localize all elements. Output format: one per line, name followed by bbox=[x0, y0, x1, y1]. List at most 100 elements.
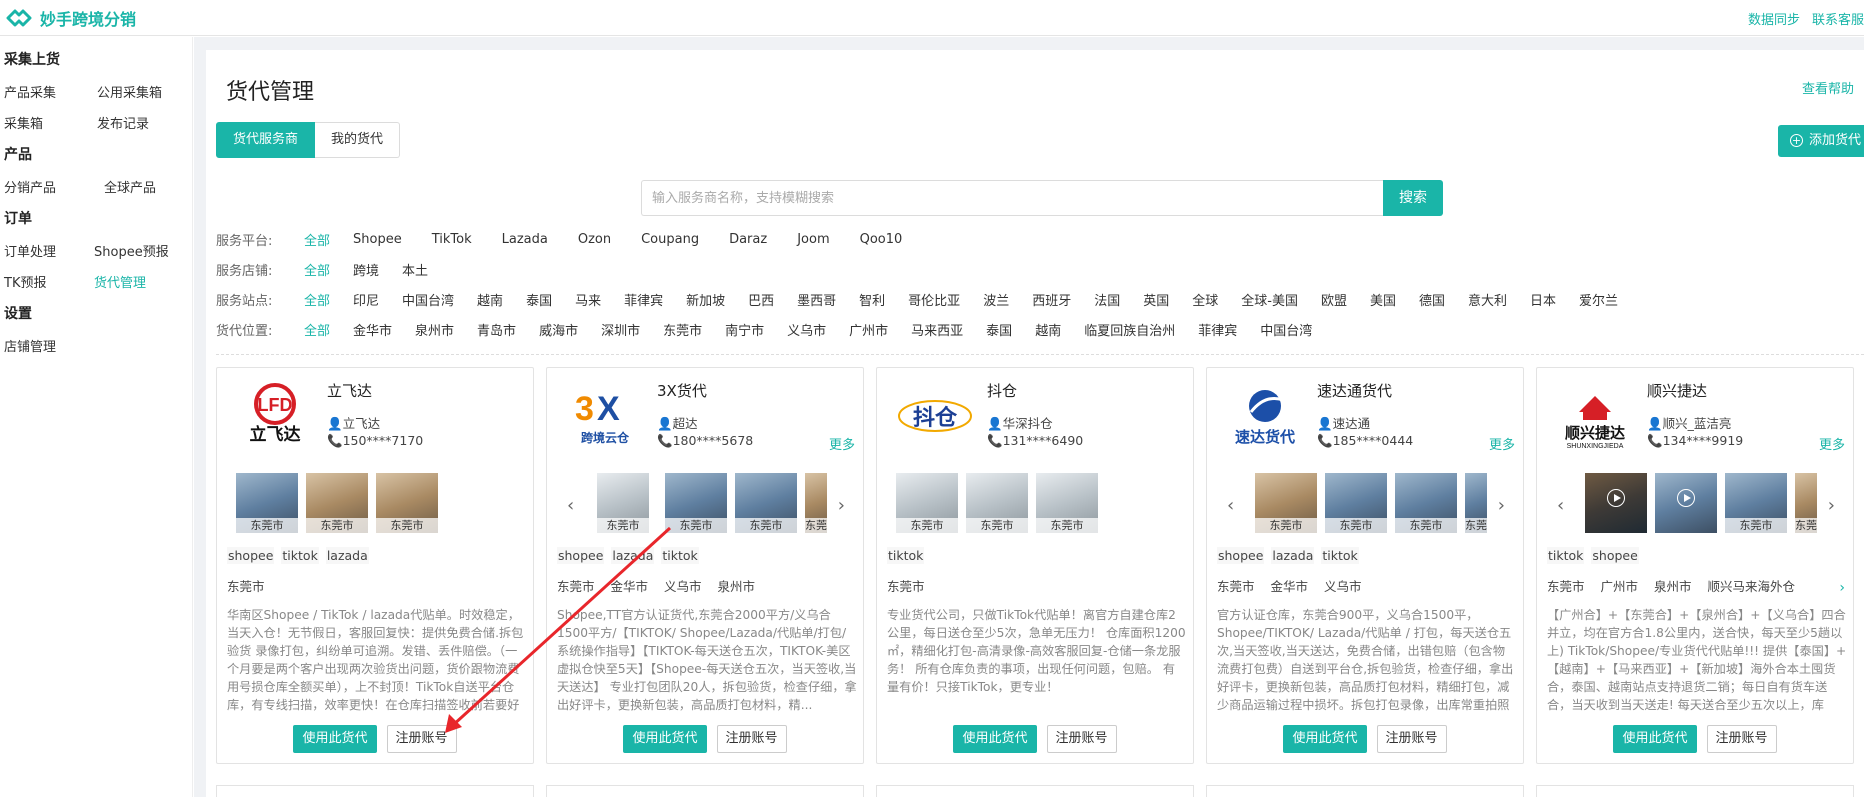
filter-option[interactable]: 日本 bbox=[1530, 290, 1556, 309]
filter-option[interactable]: 泰国 bbox=[526, 290, 552, 309]
filter-option[interactable]: 全部 bbox=[304, 230, 330, 249]
filter-option[interactable]: 墨西哥 bbox=[797, 290, 836, 309]
filter-option[interactable]: 马来 bbox=[575, 290, 601, 309]
filter-option[interactable]: 义乌市 bbox=[787, 320, 826, 339]
filter-option[interactable]: 越南 bbox=[477, 290, 503, 309]
use-forwarder-button[interactable]: 使用此货代 bbox=[1613, 725, 1697, 753]
warehouse-photo[interactable]: 东莞市 bbox=[896, 473, 958, 533]
sidebar-item-public-collect-box[interactable]: 公用采集箱 bbox=[97, 82, 162, 101]
sidebar-item-store-management[interactable]: 店铺管理 bbox=[4, 336, 56, 355]
use-forwarder-button[interactable]: 使用此货代 bbox=[293, 725, 377, 753]
filter-option[interactable]: 泰国 bbox=[986, 320, 1012, 339]
sidebar-item-global-products[interactable]: 全球产品 bbox=[104, 177, 156, 196]
filter-option[interactable]: 全部 bbox=[304, 320, 330, 339]
filter-option[interactable]: 泉州市 bbox=[415, 320, 454, 339]
filter-option[interactable]: 南宁市 bbox=[725, 320, 764, 339]
register-account-button[interactable]: 注册账号 bbox=[1706, 725, 1777, 753]
filter-option[interactable]: 法国 bbox=[1094, 290, 1120, 309]
warehouse-photo[interactable]: 东莞市 bbox=[1325, 473, 1387, 533]
filter-option[interactable]: 东莞市 bbox=[663, 320, 702, 339]
warehouse-photo[interactable]: 东莞市 bbox=[1255, 473, 1317, 533]
data-sync-link[interactable]: 数据同步 bbox=[1748, 9, 1800, 28]
filter-option[interactable]: 广州市 bbox=[849, 320, 888, 339]
contact-service-link[interactable]: 联系客服 bbox=[1812, 9, 1864, 28]
tab-my-forwarders[interactable]: 我的货代 bbox=[315, 122, 401, 158]
filter-option[interactable]: 全球-美国 bbox=[1241, 290, 1298, 309]
search-button[interactable]: 搜索 bbox=[1383, 180, 1443, 216]
chevron-right-icon[interactable]: › bbox=[1828, 495, 1835, 516]
sidebar-item-shopee-forecast[interactable]: Shopee预报 bbox=[94, 241, 169, 260]
warehouse-photo[interactable]: 东莞市 bbox=[1725, 473, 1787, 533]
filter-option[interactable]: 德国 bbox=[1419, 290, 1445, 309]
filter-option[interactable]: Coupang bbox=[641, 232, 699, 247]
chevron-right-icon[interactable]: › bbox=[1498, 495, 1505, 516]
filter-option[interactable]: 新加坡 bbox=[686, 290, 725, 309]
warehouse-photo[interactable]: 东莞市 bbox=[597, 473, 649, 533]
filter-option[interactable]: Lazada bbox=[502, 232, 548, 247]
register-account-button[interactable]: 注册账号 bbox=[1376, 725, 1447, 753]
filter-option[interactable]: 菲律宾 bbox=[624, 290, 663, 309]
video-thumbnail[interactable] bbox=[1655, 473, 1717, 533]
filter-option[interactable]: 中国台湾 bbox=[402, 290, 454, 309]
warehouse-photo[interactable]: 东莞市 bbox=[376, 473, 438, 533]
filter-option[interactable]: 全部 bbox=[304, 290, 330, 309]
chevron-right-icon[interactable]: › bbox=[838, 495, 845, 516]
warehouse-photo[interactable]: 东莞市 bbox=[805, 473, 827, 533]
warehouse-photo[interactable]: 东莞市 bbox=[735, 473, 797, 533]
filter-option[interactable]: 跨境 bbox=[353, 260, 379, 279]
use-forwarder-button[interactable]: 使用此货代 bbox=[1283, 725, 1367, 753]
filter-option[interactable]: 波兰 bbox=[983, 290, 1009, 309]
warehouse-photo[interactable]: 东莞市 bbox=[1465, 473, 1487, 533]
sidebar-item-order-processing[interactable]: 订单处理 bbox=[4, 241, 56, 260]
use-forwarder-button[interactable]: 使用此货代 bbox=[623, 725, 707, 753]
filter-option[interactable]: Qoo10 bbox=[860, 232, 903, 247]
chevron-right-icon[interactable]: › bbox=[1839, 580, 1845, 596]
filter-option[interactable]: 美国 bbox=[1370, 290, 1396, 309]
warehouse-photo[interactable]: 东莞市 bbox=[966, 473, 1028, 533]
sidebar-item-tk-forecast[interactable]: TK预报 bbox=[4, 272, 46, 291]
filter-option[interactable]: 青岛市 bbox=[477, 320, 516, 339]
more-link[interactable]: 更多 bbox=[1489, 434, 1515, 453]
filter-option[interactable]: 全部 bbox=[304, 260, 330, 279]
sidebar-item-publish-records[interactable]: 发布记录 bbox=[97, 113, 149, 132]
help-link[interactable]: 查看帮助 bbox=[1802, 78, 1854, 97]
video-thumbnail[interactable] bbox=[1585, 473, 1647, 533]
sidebar-item-collect-box[interactable]: 采集箱 bbox=[4, 113, 43, 132]
filter-option[interactable]: 威海市 bbox=[539, 320, 578, 339]
filter-option[interactable]: 全球 bbox=[1192, 290, 1218, 309]
filter-option[interactable]: 巴西 bbox=[748, 290, 774, 309]
filter-option[interactable]: 临夏回族自治州 bbox=[1084, 320, 1175, 339]
chevron-left-icon[interactable]: ‹ bbox=[567, 495, 574, 516]
filter-option[interactable]: 西班牙 bbox=[1032, 290, 1071, 309]
more-link[interactable]: 更多 bbox=[1819, 434, 1845, 453]
sidebar-item-distribution-products[interactable]: 分销产品 bbox=[4, 177, 56, 196]
warehouse-photo[interactable]: 东莞市 bbox=[1036, 473, 1098, 533]
filter-option[interactable]: 英国 bbox=[1143, 290, 1169, 309]
more-link[interactable]: 更多 bbox=[829, 434, 855, 453]
add-forwarder-button[interactable]: + 添加货代 bbox=[1778, 125, 1864, 157]
filter-option[interactable]: TikTok bbox=[432, 232, 472, 247]
register-account-button[interactable]: 注册账号 bbox=[1046, 725, 1117, 753]
use-forwarder-button[interactable]: 使用此货代 bbox=[953, 725, 1037, 753]
search-input[interactable] bbox=[641, 180, 1383, 216]
filter-option[interactable]: 爱尔兰 bbox=[1579, 290, 1618, 309]
chevron-left-icon[interactable]: ‹ bbox=[1557, 495, 1564, 516]
warehouse-photo[interactable]: 东莞市 bbox=[236, 473, 298, 533]
filter-option[interactable]: 智利 bbox=[859, 290, 885, 309]
filter-option[interactable]: 欧盟 bbox=[1321, 290, 1347, 309]
warehouse-photo[interactable]: 东莞市 bbox=[1395, 473, 1457, 533]
register-account-button[interactable]: 注册账号 bbox=[386, 725, 457, 753]
filter-option[interactable]: 意大利 bbox=[1468, 290, 1507, 309]
app-logo[interactable]: 妙手跨境分销 bbox=[6, 6, 136, 30]
register-account-button[interactable]: 注册账号 bbox=[716, 725, 787, 753]
filter-option[interactable]: Joom bbox=[797, 232, 829, 247]
filter-option[interactable]: 本土 bbox=[402, 260, 428, 279]
filter-option[interactable]: 印尼 bbox=[353, 290, 379, 309]
warehouse-photo[interactable]: 东莞市 bbox=[665, 473, 727, 533]
filter-option[interactable]: 菲律宾 bbox=[1198, 320, 1237, 339]
sidebar-item-product-collect[interactable]: 产品采集 bbox=[4, 82, 56, 101]
filter-option[interactable]: 金华市 bbox=[353, 320, 392, 339]
warehouse-photo[interactable]: 东莞市 bbox=[306, 473, 368, 533]
chevron-left-icon[interactable]: ‹ bbox=[1227, 495, 1234, 516]
filter-option[interactable]: 中国台湾 bbox=[1260, 320, 1312, 339]
